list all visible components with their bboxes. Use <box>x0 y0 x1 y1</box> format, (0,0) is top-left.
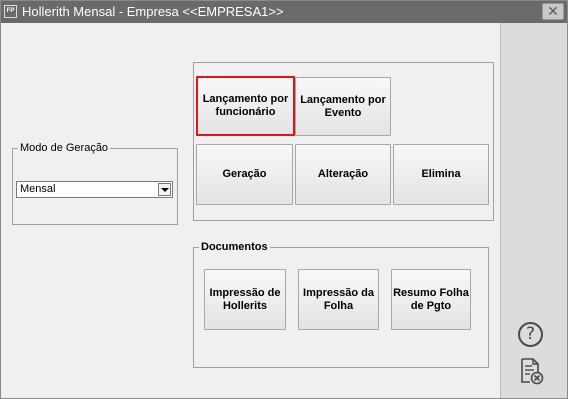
close-button[interactable]: ✕ <box>542 3 564 20</box>
documentos-legend: Documentos <box>199 240 270 254</box>
actions-group: Lançamento por funcionário Lançamento po… <box>193 62 494 221</box>
alteracao-button[interactable]: Alteração <box>295 144 391 205</box>
impressao-folha-button[interactable]: Impressão da Folha <box>298 269 379 330</box>
impressao-hollerits-button[interactable]: Impressão de Hollerits <box>204 269 286 330</box>
lancamento-evento-button[interactable]: Lançamento por Evento <box>295 77 391 136</box>
modo-geracao-value: Mensal <box>20 183 56 195</box>
app-icon: FP <box>4 5 17 18</box>
title-bar[interactable]: FP Hollerith Mensal - Empresa <<EMPRESA1… <box>1 1 567 23</box>
documentos-group: Documentos Impressão de Hollerits Impres… <box>193 240 489 368</box>
main-content: Modo de Geração Mensal Lançamento por fu… <box>1 23 500 398</box>
elimina-button[interactable]: Elimina <box>393 144 489 205</box>
cancel-document-icon[interactable] <box>519 357 545 385</box>
hollerith-window: FP Hollerith Mensal - Empresa <<EMPRESA1… <box>0 0 568 399</box>
resumo-folha-button[interactable]: Resumo Folha de Pgto <box>391 269 471 330</box>
modo-geracao-select[interactable]: Mensal <box>16 181 173 198</box>
modo-geracao-legend: Modo de Geração <box>18 141 111 155</box>
geracao-button[interactable]: Geração <box>196 144 293 205</box>
modo-geracao-group: Modo de Geração Mensal <box>12 141 178 225</box>
window-title: Hollerith Mensal - Empresa <<EMPRESA1>> <box>22 4 284 19</box>
lancamento-funcionario-button[interactable]: Lançamento por funcionário <box>196 76 295 136</box>
chevron-down-icon[interactable] <box>158 183 171 196</box>
help-icon[interactable]: ? <box>518 322 543 347</box>
